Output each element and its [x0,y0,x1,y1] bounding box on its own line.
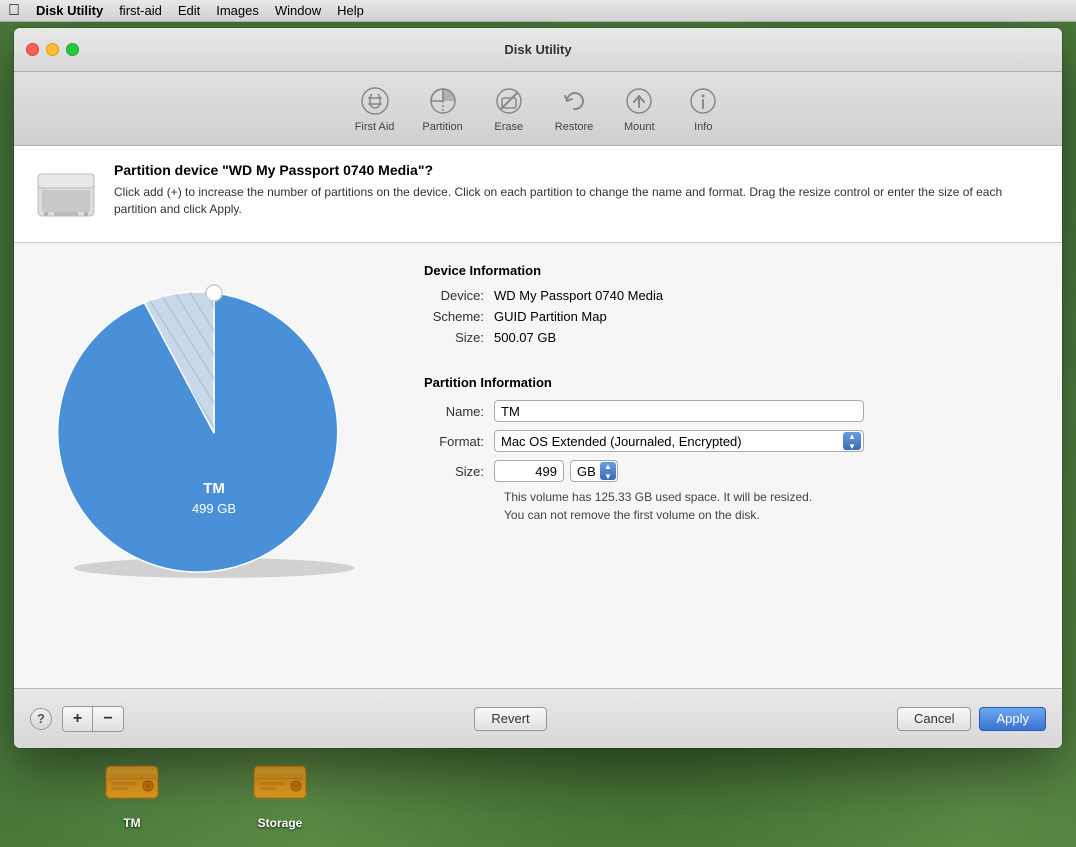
toolbar-erase[interactable]: Erase [479,79,539,139]
desktop-icon-storage-label: Storage [258,816,303,830]
size-input[interactable] [494,460,564,482]
minimize-button[interactable] [46,43,59,56]
erase-icon [493,85,525,117]
erase-label: Erase [494,121,523,133]
footer-center: Revert [124,707,897,731]
svg-text:TM: TM [203,480,225,497]
size-label: Size: [424,330,494,345]
info-icon [687,85,719,117]
maximize-button[interactable] [66,43,79,56]
close-button[interactable] [26,43,39,56]
desktop-icon-storage[interactable]: Storage [248,748,312,830]
toolbar-restore[interactable]: Restore [543,79,606,139]
first-aid-label: First Aid [355,121,395,133]
apply-button[interactable]: Apply [979,707,1046,731]
partition-size-label: Size: [424,464,494,479]
restore-label: Restore [555,121,594,133]
menu-file[interactable]: first-aid [119,3,162,18]
window-title: Disk Utility [504,42,571,57]
menu-disk-utility[interactable]: Disk Utility [36,3,103,18]
footer-left: ? + − [30,706,124,732]
revert-button[interactable]: Revert [474,707,546,731]
size-input-group: GB MB TB ▲ ▼ [494,460,618,482]
partition-information-section: Partition Information Name: Format: Mac … [424,375,1042,522]
desktop-icon-tm-label: TM [123,816,140,830]
partition-icon [427,85,459,117]
toolbar-info[interactable]: Info [673,79,733,139]
pie-chart: TM 499 GB [44,263,384,623]
partition-header: Partition device "WD My Passport 0740 Me… [14,146,1062,243]
svg-text:499 GB: 499 GB [192,501,236,516]
scheme-label: Scheme: [424,309,494,324]
device-info-title: Device Information [424,263,1042,278]
partition-info-title: Partition Information [424,375,1042,390]
toolbar-mount[interactable]: Mount [609,79,669,139]
first-aid-icon [359,85,391,117]
resize-note: This volume has 125.33 GB used space. It… [504,490,1042,504]
menu-edit[interactable]: Edit [178,3,200,18]
hd-icon-tm [100,748,164,812]
device-value: WD My Passport 0740 Media [494,288,663,303]
partition-size-row: Size: GB MB TB ▲ [424,460,1042,482]
apple-menu[interactable]:  [8,2,20,20]
toolbar-partition[interactable]: Partition [410,79,474,139]
remove-partition-button[interactable]: − [93,707,123,731]
desktop-icon-tm[interactable]: TM [100,748,164,830]
format-select-wrapper: Mac OS Extended (Journaled, Encrypted) M… [494,430,864,452]
device-label: Device: [424,288,494,303]
toolbar: First Aid Partition [14,72,1062,146]
footer-right: Cancel Apply [897,707,1046,731]
toolbar-first-aid[interactable]: First Aid [343,79,407,139]
size-unit-wrapper: GB MB TB ▲ ▼ [570,460,618,482]
menubar:  Disk Utility first-aid Edit Images Win… [0,0,1076,22]
main-panel: TM 499 GB Device Information Device: WD … [14,243,1062,688]
partition-header-desc: Click add (+) to increase the number of … [114,184,1042,218]
content-area: Partition device "WD My Passport 0740 Me… [14,146,1062,688]
format-select-arrows: ▲ ▼ [843,432,861,450]
info-panel: Device Information Device: WD My Passpor… [424,263,1042,522]
info-label: Info [694,121,712,133]
device-information-section: Device Information Device: WD My Passpor… [424,263,1042,351]
name-input[interactable] [494,400,864,422]
cancel-button[interactable]: Cancel [897,707,971,731]
partition-label: Partition [422,121,462,133]
menu-help[interactable]: Help [337,3,364,18]
add-partition-button[interactable]: + [63,707,93,731]
name-field-label: Name: [424,404,494,419]
pie-chart-area: TM 499 GB [34,263,394,623]
footer: ? + − Revert Cancel Apply [14,688,1062,748]
device-row: Device: WD My Passport 0740 Media [424,288,1042,303]
remove-note: You can not remove the first volume on t… [504,508,1042,522]
partition-header-text: Partition device "WD My Passport 0740 Me… [114,162,1042,218]
format-field-label: Format: [424,434,494,449]
traffic-lights [26,43,79,56]
format-row: Format: Mac OS Extended (Journaled, Encr… [424,430,1042,452]
hd-icon-storage [248,748,312,812]
size-value: 500.07 GB [494,330,556,345]
titlebar: Disk Utility [14,28,1062,72]
scheme-row: Scheme: GUID Partition Map [424,309,1042,324]
partition-header-title: Partition device "WD My Passport 0740 Me… [114,162,1042,178]
main-window: Disk Utility First Aid [14,28,1062,748]
disk-icon [34,162,98,226]
name-row: Name: [424,400,1042,422]
help-button[interactable]: ? [30,708,52,730]
mount-icon [623,85,655,117]
scheme-value: GUID Partition Map [494,309,607,324]
add-remove-group: + − [62,706,124,732]
menu-images[interactable]: Images [216,3,259,18]
size-row: Size: 500.07 GB [424,330,1042,345]
size-unit-arrows: ▲ ▼ [600,462,616,480]
format-select[interactable]: Mac OS Extended (Journaled, Encrypted) M… [494,430,864,452]
menu-window[interactable]: Window [275,3,321,18]
restore-icon [558,85,590,117]
mount-label: Mount [624,121,655,133]
